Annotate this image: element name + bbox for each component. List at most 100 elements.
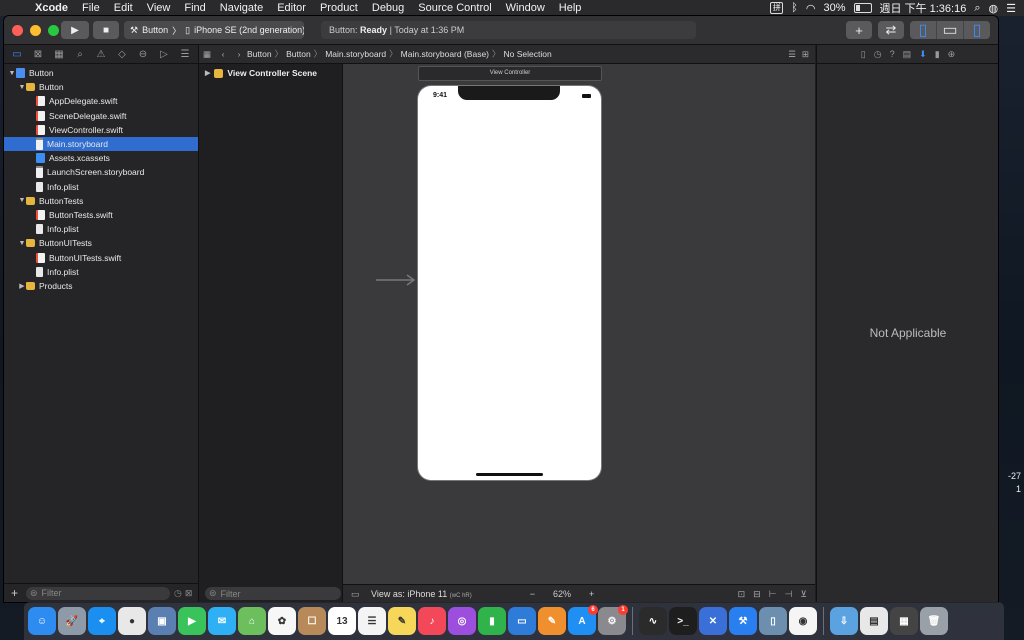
navigator-item[interactable]: Info.plist — [4, 222, 198, 236]
disclosure-triangle-icon[interactable]: ▼ — [18, 84, 26, 91]
breakpoint-icon[interactable]: ▷ — [155, 49, 173, 60]
disclosure-triangle-icon[interactable]: ▼ — [18, 240, 26, 247]
menu-app-name[interactable]: Xcode — [28, 2, 75, 14]
navigator-item[interactable]: ButtonTests.swift — [4, 208, 198, 222]
toggle-outline-icon[interactable]: ▭ — [351, 589, 360, 600]
dock-keynote-icon[interactable]: ▭ — [508, 607, 536, 635]
input-method-icon[interactable]: 拼 — [770, 2, 784, 14]
dock-preview-icon[interactable]: ▣ — [148, 607, 176, 635]
menu-source-control[interactable]: Source Control — [411, 2, 498, 14]
dock-xcode-instruments-icon[interactable]: ✕ — [699, 607, 727, 635]
navigator-item[interactable]: ▼ ButtonTests — [4, 194, 198, 208]
issue-icon[interactable]: ⚠ — [92, 49, 110, 60]
dock-finder-icon[interactable]: ☺ — [28, 607, 56, 635]
zoom-out-icon[interactable]: − — [530, 589, 535, 599]
dock-music-icon[interactable]: ♪ — [418, 607, 446, 635]
dock-pages-icon[interactable]: ✎ — [538, 607, 566, 635]
embed-in-icon[interactable]: ⊻ — [800, 589, 807, 600]
dock-terminal-icon[interactable]: >_ — [669, 607, 697, 635]
fullscreen-window-button[interactable] — [48, 24, 59, 36]
menu-edit[interactable]: Edit — [107, 2, 140, 14]
menu-file[interactable]: File — [75, 2, 107, 14]
dock-calendar-icon[interactable]: 13 — [328, 607, 356, 635]
battery-icon[interactable] — [853, 3, 872, 13]
connections-inspector-icon[interactable]: ⊕ — [948, 49, 956, 60]
split-editor-icon[interactable]: ⊞ — [802, 49, 809, 60]
dock-documents-icon[interactable]: ▤ — [860, 607, 888, 635]
view-controller-scene[interactable]: 9:41 — [418, 86, 601, 480]
dock-trash-icon[interactable]: 🗑 — [920, 607, 948, 635]
run-button[interactable]: ▶ — [61, 21, 89, 39]
menu-navigate[interactable]: Navigate — [213, 2, 270, 14]
disclosure-triangle-icon[interactable]: ▼ — [18, 197, 26, 204]
navigator-item[interactable]: ▼ Button — [4, 66, 198, 80]
attributes-inspector-icon[interactable]: ⬇ — [919, 49, 927, 60]
zoom-in-icon[interactable]: + — [589, 589, 594, 599]
dock-facetime-icon[interactable]: ▶ — [178, 607, 206, 635]
update-frames-icon[interactable]: ⊡ — [738, 589, 746, 600]
history-inspector-icon[interactable]: ◷ — [874, 49, 882, 60]
stop-button[interactable]: ■ — [93, 21, 119, 39]
toggle-debug-area-button[interactable]: ▭ — [937, 21, 964, 39]
scm-filter-icon[interactable]: ⊠ — [185, 588, 193, 599]
related-items-icon[interactable]: ▦ — [199, 49, 215, 60]
scheme-selector[interactable]: ⚒ Button 〉 ▯ iPhone SE (2nd generation) — [124, 21, 304, 39]
entry-point-arrow-icon[interactable] — [376, 274, 416, 286]
spotlight-icon[interactable]: ⌕ — [974, 2, 980, 15]
navigator-item[interactable]: ViewController.swift — [4, 123, 198, 137]
breadcrumb-file[interactable]: Main.storyboard — [325, 49, 386, 59]
navigator-item[interactable]: Info.plist — [4, 180, 198, 194]
view-controller-title-bar[interactable]: View Controller — [418, 66, 602, 81]
resolve-issues-icon[interactable]: ⊣ — [785, 589, 793, 600]
file-inspector-icon[interactable]: ▯ — [861, 49, 866, 60]
size-inspector-icon[interactable]: ▮ — [935, 49, 940, 60]
forward-icon[interactable]: › — [231, 49, 247, 59]
navigator-item[interactable]: AppDelegate.swift — [4, 94, 198, 108]
dock-reminders-icon[interactable]: ☰ — [358, 607, 386, 635]
menu-editor[interactable]: Editor — [270, 2, 313, 14]
dock-contacts-icon[interactable]: ☐ — [298, 607, 326, 635]
battery-percent[interactable]: 30% — [823, 2, 845, 14]
toggle-inspector-button[interactable]: ▯ — [964, 21, 990, 39]
dock-podcasts-icon[interactable]: ◎ — [448, 607, 476, 635]
dock-photos-icon[interactable]: ✿ — [268, 607, 296, 635]
dock-safari-icon[interactable]: ⌖ — [88, 607, 116, 635]
dock-launchpad-icon[interactable]: 🚀 — [58, 607, 86, 635]
folder-icon[interactable]: ▭ — [8, 49, 26, 60]
dock-xcode-icon[interactable]: ⚒ — [729, 607, 757, 635]
breadcrumb-group[interactable]: Button — [286, 49, 311, 59]
dock-folder-icon[interactable]: ▦ — [890, 607, 918, 635]
report-icon[interactable]: ☰ — [176, 49, 194, 60]
close-window-button[interactable] — [12, 24, 23, 36]
add-file-icon[interactable]: + — [11, 586, 18, 600]
dock-system-preferences-icon[interactable]: ⚙ 1 — [598, 605, 628, 635]
recent-files-icon[interactable]: ◷ — [174, 588, 182, 599]
add-constraints-icon[interactable]: ⊢ — [769, 589, 777, 600]
dock-notes-icon[interactable]: ✎ — [388, 607, 416, 635]
notification-center-icon[interactable]: ☰ — [1006, 2, 1016, 15]
navigator-item[interactable]: SceneDelegate.swift — [4, 109, 198, 123]
breadcrumb-selection[interactable]: No Selection — [504, 49, 552, 59]
dock-numbers-icon[interactable]: ▮ — [478, 607, 506, 635]
zoom-level[interactable]: 62% — [553, 589, 571, 599]
code-review-button[interactable]: ⇄ — [878, 21, 904, 39]
dock-app-store-icon[interactable]: A6 — [568, 605, 598, 635]
menu-help[interactable]: Help — [552, 2, 589, 14]
storyboard-canvas[interactable]: View Controller 9:41 — [343, 64, 815, 584]
menu-find[interactable]: Find — [177, 2, 212, 14]
bluetooth-icon[interactable]: ᛒ — [791, 2, 798, 14]
quick-help-icon[interactable]: ? — [890, 49, 895, 59]
identity-inspector-icon[interactable]: ▤ — [903, 49, 912, 60]
dock-maps-icon[interactable]: ⌂ — [238, 607, 266, 635]
outline-filter-input[interactable]: ⊜ Filter — [205, 587, 341, 600]
outline-scene-row[interactable]: ▶ View Controller Scene — [199, 66, 342, 80]
debug-icon[interactable]: ⊖ — [134, 49, 152, 60]
menu-window[interactable]: Window — [499, 2, 552, 14]
navigator-item[interactable]: Info.plist — [4, 265, 198, 279]
navigator-item[interactable]: ▼ Button — [4, 80, 198, 94]
breadcrumb-project[interactable]: Button — [247, 49, 272, 59]
view-as-button[interactable]: View as: iPhone 11 (wC hR) — [371, 589, 472, 599]
disclosure-triangle-icon[interactable]: ▼ — [8, 70, 16, 77]
library-button[interactable]: + — [846, 21, 872, 39]
find-icon[interactable]: ⌕ — [71, 49, 89, 60]
